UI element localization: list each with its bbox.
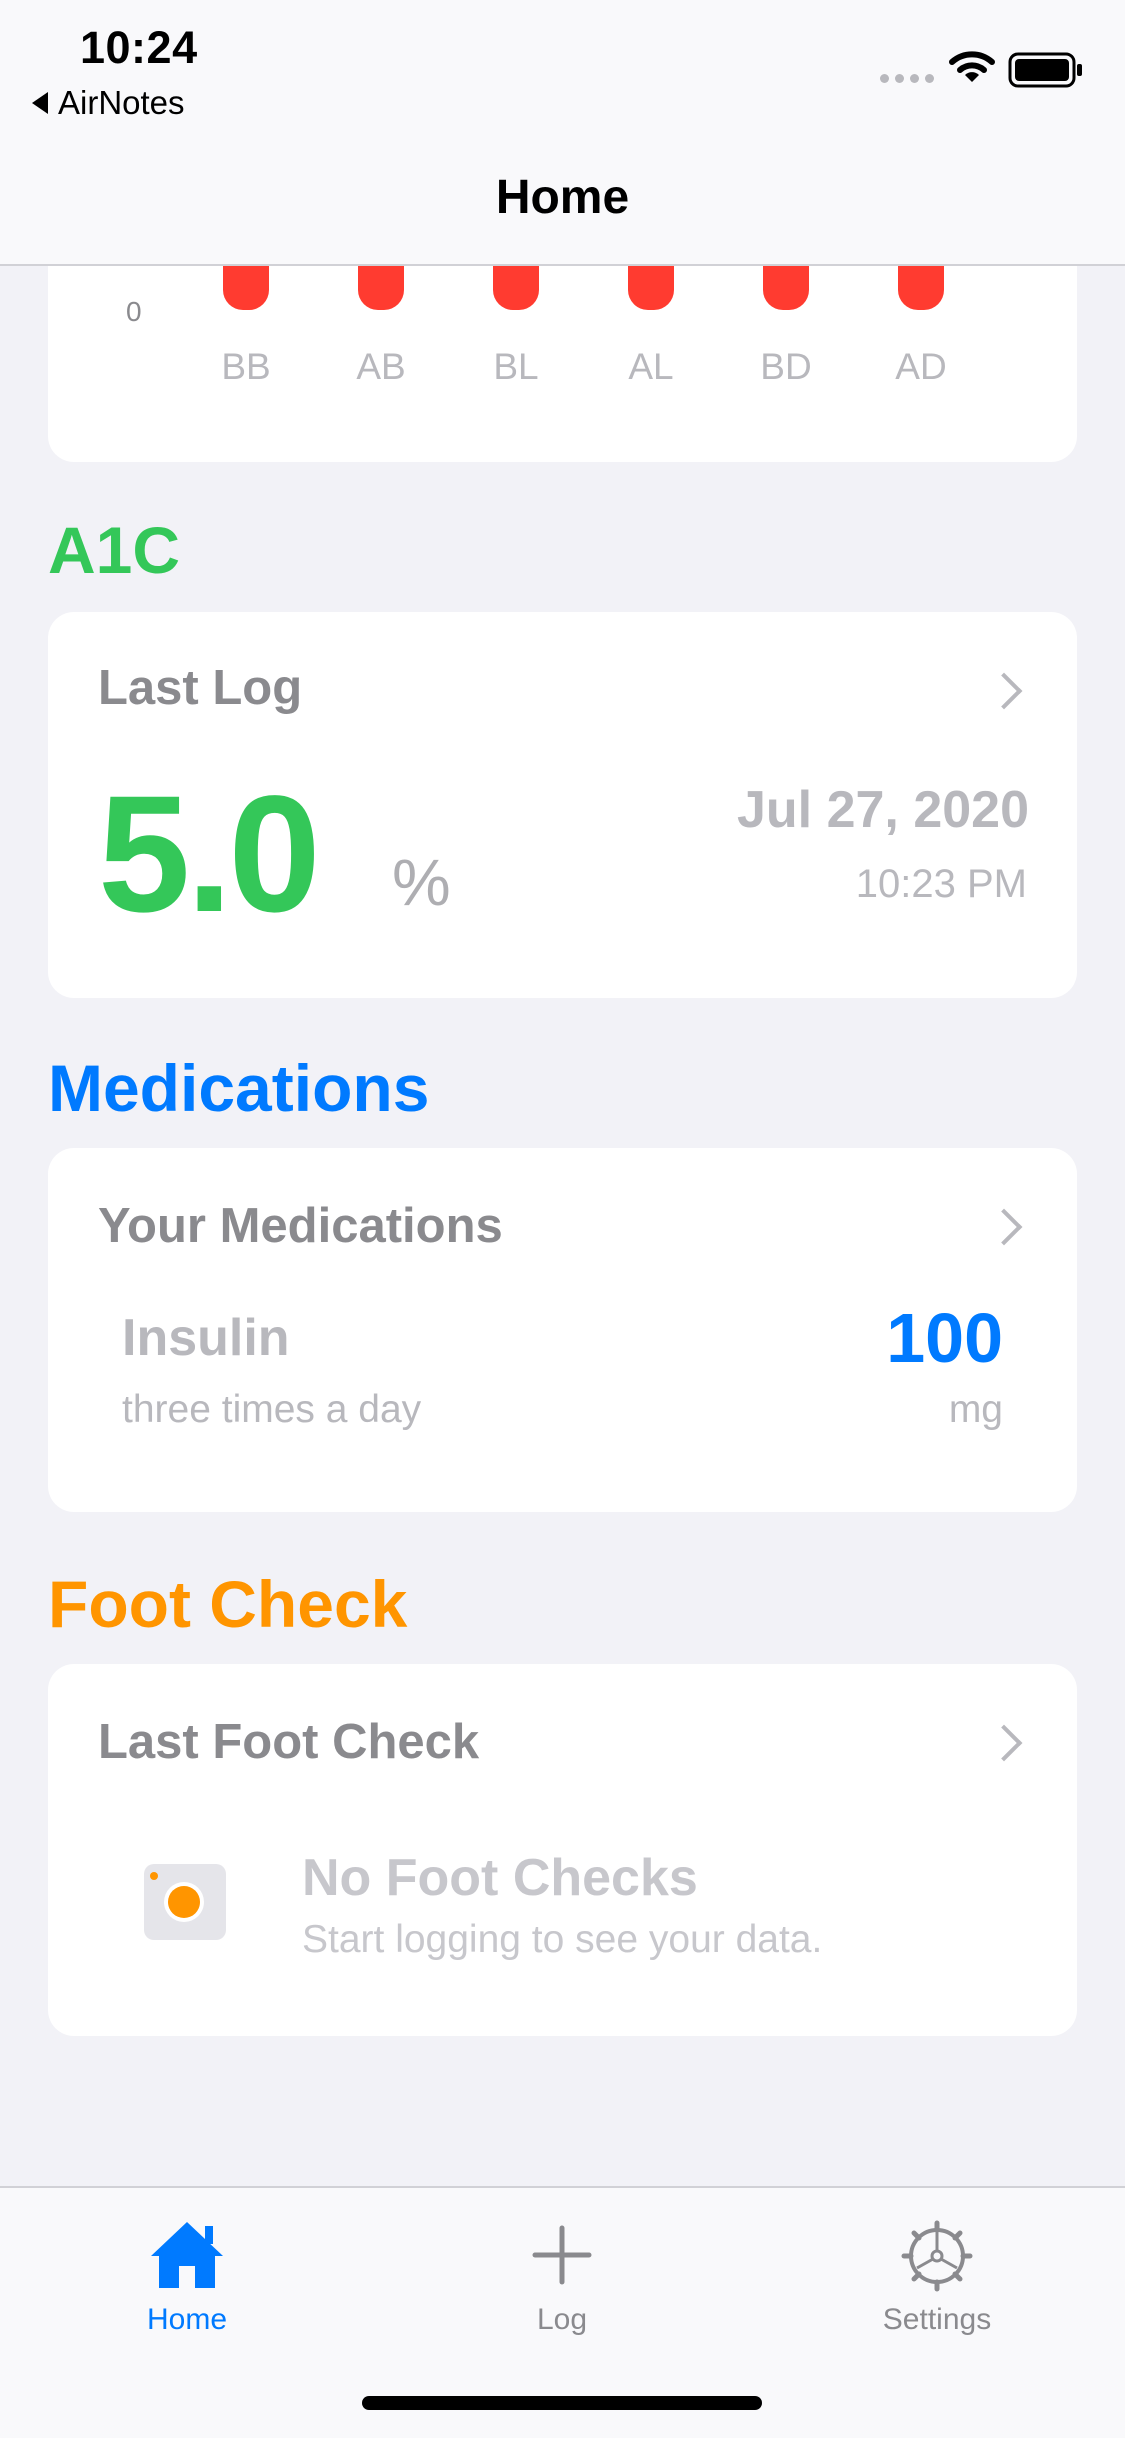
battery-icon [1008,52,1082,88]
plus-icon [532,2225,592,2285]
wifi-icon [949,51,995,82]
a1c-card-heading: Last Log [98,661,303,715]
medication-frequency: three times a day [122,1388,422,1431]
chart-category-label: AB [356,346,406,387]
status-time: 10:24 [80,22,198,73]
chart-plot-area: BB AB BL AL BD AD [48,200,1077,444]
a1c-card[interactable]: Last Log 5.0 % Jul 27, 2020 10:23 PM [48,612,1077,998]
medications-card-heading: Your Medications [98,1199,503,1253]
back-triangle-icon [32,92,48,114]
camera-icon [144,1864,226,1940]
tab-home-label: Home [146,2303,228,2336]
foot-check-empty-subtitle: Start logging to see your data. [302,1918,823,1961]
medication-name: Insulin [122,1309,290,1367]
medication-dose: 100 [886,1299,1003,1377]
tab-settings[interactable]: Settings [837,2218,1037,2337]
navigation-bar: 10:24 AirNotes Home [0,0,1125,266]
chart-category-label: BD [760,346,812,387]
back-to-app-button[interactable]: AirNotes [32,84,185,122]
tab-log-label: Log [536,2303,588,2336]
medications-chevron-icon [985,1208,1023,1246]
a1c-value: 5.0 [98,762,321,947]
medications-card[interactable]: Your Medications Insulin three times a d… [48,1148,1077,1512]
foot-check-chevron-icon [985,1724,1023,1762]
medication-unit: mg [948,1388,1003,1431]
foot-check-empty-title: No Foot Checks [302,1849,698,1907]
house-icon [151,2222,223,2288]
a1c-unit: % [392,845,451,919]
a1c-time: 10:23 PM [855,862,1027,906]
gear-icon [901,2220,973,2292]
a1c-section-title: A1C [48,513,181,587]
tab-log[interactable]: Log [462,2218,662,2337]
medications-section-title: Medications [48,1051,430,1125]
foot-check-card-heading: Last Foot Check [98,1715,480,1769]
back-app-label: AirNotes [58,84,185,121]
chart-category-label: BB [221,346,271,387]
a1c-chevron-icon [985,672,1023,710]
foot-check-section-title: Foot Check [48,1567,408,1641]
chart-category-label: BL [493,346,539,387]
page-title: Home [495,171,630,224]
foot-check-card[interactable]: Last Foot Check No Foot Checks Start log… [48,1664,1077,2036]
a1c-date: Jul 27, 2020 [737,781,1029,839]
home-indicator [362,2396,762,2410]
tab-home[interactable]: Home [87,2218,287,2337]
chart-category-label: AL [628,346,674,387]
cellular-signal-icon [880,74,934,83]
chart-category-label: AD [895,346,947,387]
tab-settings-label: Settings [882,2303,992,2336]
